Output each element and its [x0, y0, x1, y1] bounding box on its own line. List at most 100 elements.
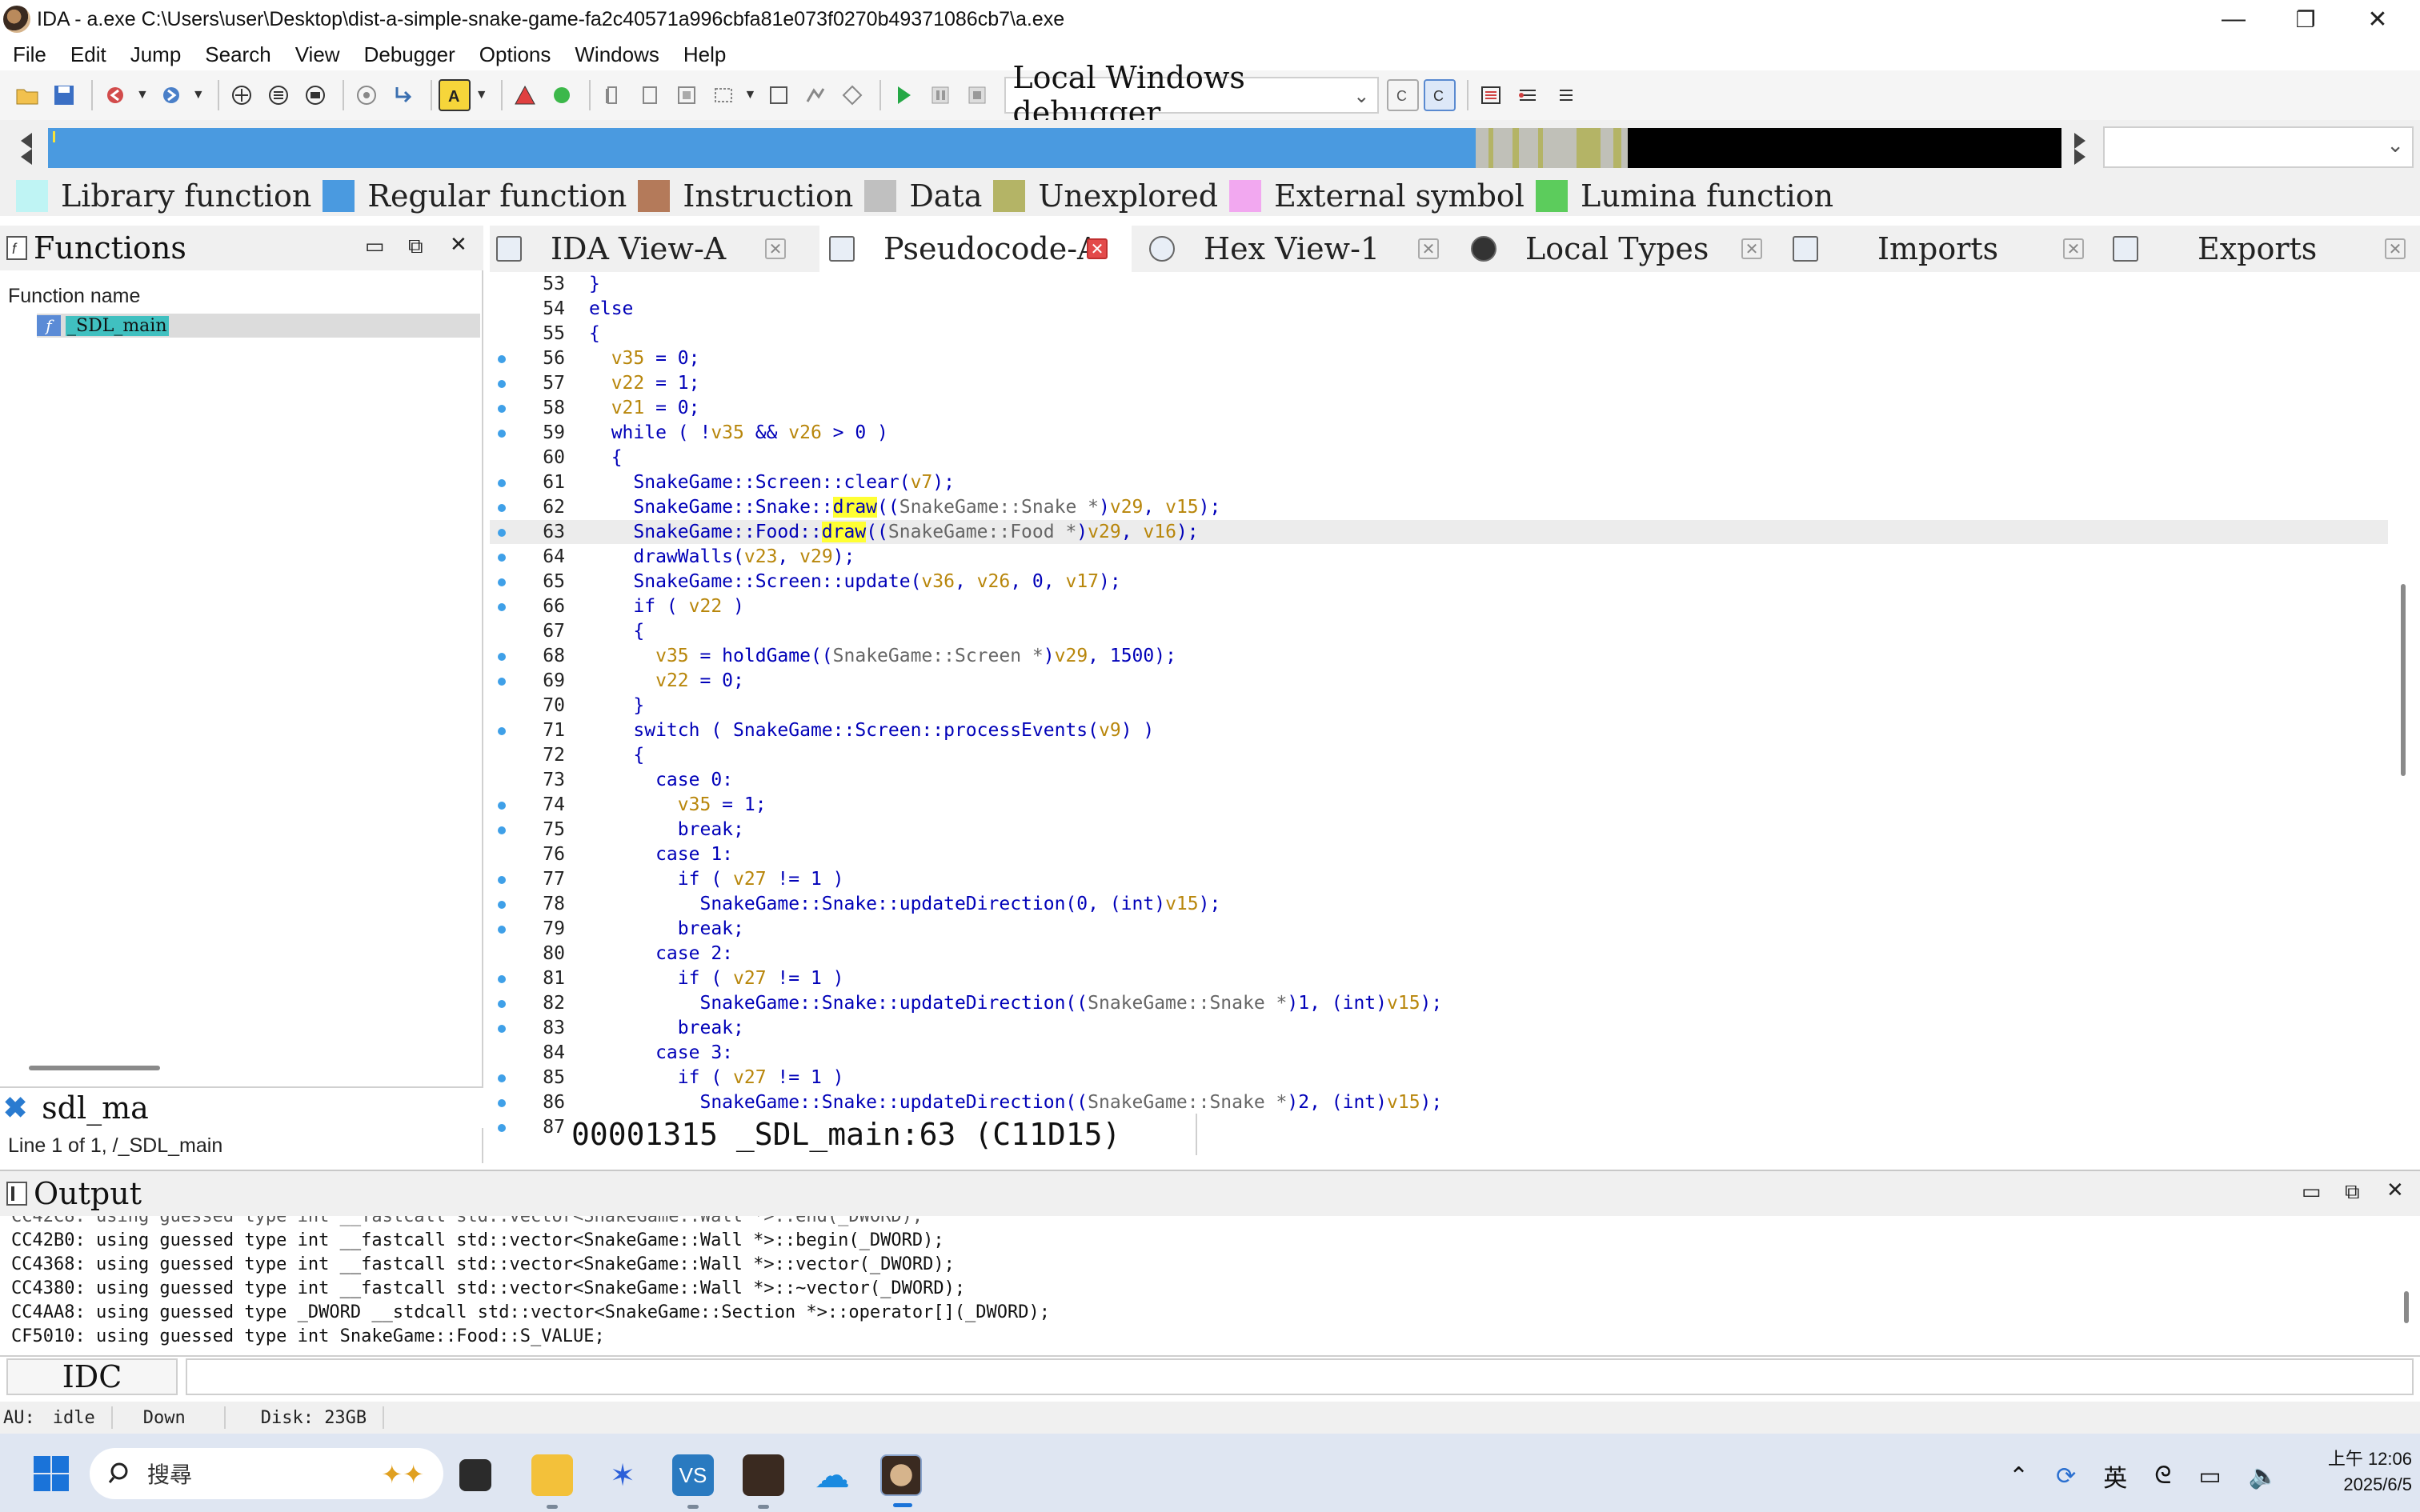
line-dot-icon[interactable] [498, 1124, 506, 1132]
clear-search-icon[interactable]: ✖ [3, 1091, 27, 1125]
line-dot-icon[interactable] [498, 1025, 506, 1033]
step-into-icon[interactable] [1512, 79, 1544, 111]
code-line[interactable]: 86 SnakeGame::Snake::updateDirection((Sn… [490, 1090, 2388, 1114]
code-line[interactable]: 68 v35 = holdGame((SnakeGame::Screen *)v… [490, 644, 2388, 668]
line-dot-icon[interactable] [498, 826, 506, 834]
close-panel-icon[interactable]: ✕ [2386, 1178, 2404, 1202]
close-tab-icon[interactable]: ✕ [2385, 238, 2406, 259]
line-dot-icon[interactable] [498, 1000, 506, 1008]
function-search-bar[interactable]: ✖ sdl_ma [0, 1086, 483, 1128]
forward-icon[interactable] [155, 79, 187, 111]
menu-file[interactable]: File [0, 42, 58, 67]
sync-icon[interactable]: ⟳ [2056, 1462, 2076, 1490]
code-line[interactable]: 71 switch ( SnakeGame::Screen::processEv… [490, 718, 2388, 742]
line-dot-icon[interactable] [498, 355, 506, 363]
line-dot-icon[interactable] [498, 727, 506, 735]
close-tab-icon[interactable]: ✕ [1418, 238, 1439, 259]
debug-c-active-icon[interactable]: C [1424, 79, 1456, 111]
nav-right-arrow-icon[interactable] [2073, 130, 2089, 168]
menu-windows[interactable]: Windows [562, 42, 670, 67]
tab-pseudocode-a[interactable]: Pseudocode-A ✕ [819, 226, 1132, 272]
code-line[interactable]: 63 SnakeGame::Food::draw((SnakeGame::Foo… [490, 520, 2388, 544]
data-icon[interactable] [634, 79, 666, 111]
idc-language-button[interactable]: IDC [6, 1358, 178, 1395]
stop-icon[interactable] [961, 79, 993, 111]
back-icon[interactable] [99, 79, 131, 111]
code-line[interactable]: 59 while ( !v35 && v26 > 0 ) [490, 421, 2388, 445]
tab-imports[interactable]: Imports ✕ [1793, 226, 2097, 272]
code-line[interactable]: 76 case 1: [490, 842, 2388, 866]
code-line[interactable]: 55 { [490, 322, 2388, 346]
code-line[interactable]: 62 SnakeGame::Snake::draw((SnakeGame::Sn… [490, 495, 2388, 519]
code-line[interactable]: 67 { [490, 619, 2388, 643]
text-icon[interactable] [262, 79, 294, 111]
ascii-icon[interactable]: A [438, 79, 471, 111]
green-circle-icon[interactable] [546, 79, 578, 111]
input-mode-icon[interactable]: ᘓ [2154, 1462, 2171, 1490]
code-line[interactable]: 73 case 0: [490, 768, 2388, 792]
command-input[interactable] [186, 1358, 2414, 1395]
segment-dropdown[interactable]: ⌄ [2103, 126, 2414, 168]
line-dot-icon[interactable] [498, 653, 506, 661]
line-dot-icon[interactable] [498, 901, 506, 909]
maximize-panel-icon[interactable]: ▭ [365, 234, 385, 258]
struct-icon[interactable] [671, 79, 703, 111]
code-line[interactable]: 80 case 2: [490, 942, 2388, 966]
code-line[interactable]: 82 SnakeGame::Snake::updateDirection((Sn… [490, 991, 2388, 1015]
code-line[interactable]: 65 SnakeGame::Screen::update(v36, v26, 0… [490, 570, 2388, 594]
function-search-input[interactable]: sdl_ma [42, 1090, 149, 1126]
array-icon[interactable] [707, 79, 739, 111]
photos-app-icon[interactable]: ✶ [602, 1454, 643, 1496]
pause-icon[interactable] [924, 79, 956, 111]
close-tab-icon[interactable]: ✕ [2063, 238, 2084, 259]
jump-icon[interactable] [387, 79, 419, 111]
diamond-icon[interactable] [836, 79, 868, 111]
output-log[interactable]: CC42C8: using guessed type int __fastcal… [0, 1216, 2420, 1352]
step-over-icon[interactable] [1549, 79, 1581, 111]
code-line[interactable]: 70 } [490, 694, 2388, 718]
menu-view[interactable]: View [282, 42, 351, 67]
line-dot-icon[interactable] [498, 504, 506, 512]
code-line[interactable]: 77 if ( v27 != 1 ) [490, 867, 2388, 891]
minimize-button[interactable]: — [2198, 0, 2270, 38]
float-panel-icon[interactable]: ⧉ [408, 234, 423, 259]
ascii-dropdown-icon[interactable]: ▼ [475, 88, 488, 102]
network-icon[interactable]: ▭ [2198, 1462, 2221, 1490]
code-line[interactable]: 83 break; [490, 1016, 2388, 1040]
open-icon[interactable] [11, 79, 43, 111]
line-dot-icon[interactable] [498, 554, 506, 562]
code-line[interactable]: 56 v35 = 0; [490, 346, 2388, 370]
navigation-strip[interactable] [48, 128, 2061, 168]
pseudocode-lines[interactable]: 53} 54 else 55{56 v35 = 0; 57 v22 = 1; 58 v21… [490, 272, 2394, 1138]
close-tab-icon[interactable]: ✕ [1087, 238, 1108, 259]
line-dot-icon[interactable] [498, 578, 506, 586]
float-panel-icon[interactable]: ⧉ [2345, 1179, 2360, 1205]
breakpoint-icon[interactable] [509, 79, 541, 111]
code-line[interactable]: 57 v22 = 1; [490, 371, 2388, 395]
hex-icon[interactable] [351, 79, 383, 111]
tab-ida-view-a[interactable]: IDA View-A ✕ [496, 226, 819, 272]
task-view-icon[interactable] [459, 1459, 491, 1491]
clock[interactable]: 上午 12:06 2025/6/5 [2305, 1446, 2412, 1498]
back-dropdown-icon[interactable]: ▼ [136, 88, 149, 102]
menu-jump[interactable]: Jump [118, 42, 193, 67]
menu-search[interactable]: Search [192, 42, 282, 67]
array-dropdown-icon[interactable]: ▼ [744, 88, 757, 102]
line-dot-icon[interactable] [498, 479, 506, 487]
visual-studio-icon[interactable]: VS [672, 1454, 714, 1509]
code-line[interactable]: 85 if ( v27 != 1 ) [490, 1066, 2388, 1090]
line-dot-icon[interactable] [498, 876, 506, 884]
file-explorer-icon[interactable] [531, 1454, 573, 1509]
nav-left-arrow-icon[interactable] [18, 130, 34, 168]
forward-dropdown-icon[interactable]: ▼ [192, 88, 205, 102]
code-line[interactable]: 81 if ( v27 != 1 ) [490, 966, 2388, 990]
code-line[interactable]: 60 { [490, 446, 2388, 470]
line-dot-icon[interactable] [498, 1099, 506, 1107]
line-dot-icon[interactable] [498, 405, 506, 413]
function-list-item[interactable]: f _SDL_main [37, 314, 480, 338]
restore-button[interactable]: ❐ [2270, 0, 2342, 38]
line-dot-icon[interactable] [498, 678, 506, 686]
close-tab-icon[interactable]: ✕ [765, 238, 786, 259]
tab-hex-view-1[interactable]: Hex View-1 ✕ [1149, 226, 1453, 272]
idle-icon[interactable] [743, 1454, 784, 1509]
